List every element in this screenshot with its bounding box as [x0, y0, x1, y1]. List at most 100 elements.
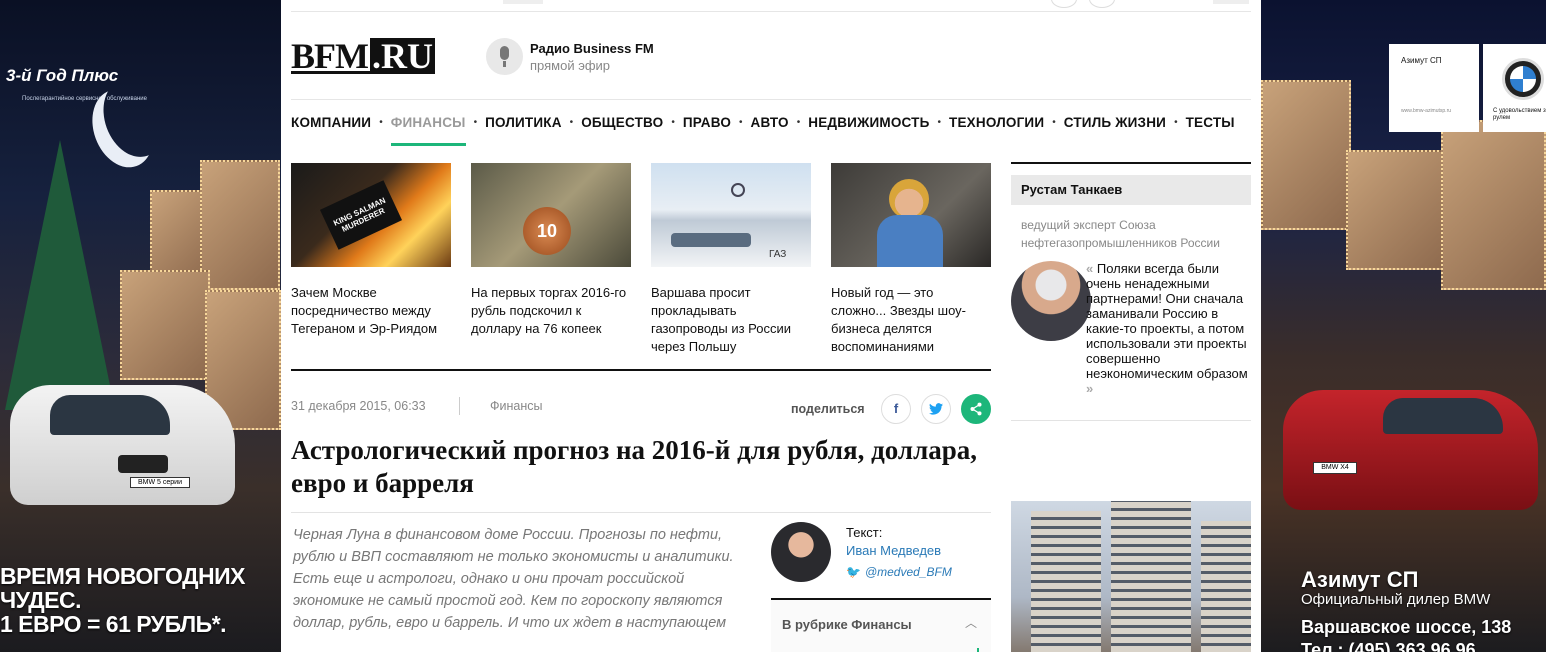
building-image	[1111, 501, 1191, 652]
gift-box-image	[1346, 150, 1446, 270]
nav-item[interactable]: ФИНАНСЫ	[390, 100, 466, 146]
radio-title: Радио Business FM	[530, 40, 654, 56]
nav-separator: •	[379, 117, 383, 128]
ad-headline-line: 1 ЕВРО = 61 РУБЛЬ*.	[0, 611, 227, 637]
ad-headline-line: ЧУДЕС.	[0, 587, 82, 613]
chevron-up-icon[interactable]: ︿	[965, 614, 977, 631]
ad-card-site: www.bmw-azimutsp.ru	[1401, 108, 1452, 114]
car-image: BMW X4	[1283, 390, 1538, 510]
teaser-card[interactable]: 10 На первых торгах 2016-го рубль подско…	[471, 163, 631, 338]
coin-image: 10	[523, 207, 571, 255]
nav-item[interactable]: СТИЛЬ ЖИЗНИ	[1064, 100, 1166, 146]
bmw-logo-icon	[1502, 58, 1544, 100]
teaser-card[interactable]: ГАЗ Варшава просит прокладывать газопров…	[651, 163, 811, 356]
author-twitter-handle: @medved_BFM	[864, 565, 952, 579]
ad-headline: ВРЕМЯ НОВОГОДНИХ ЧУДЕС. 1 ЕВРО = 61 РУБЛ…	[0, 564, 281, 636]
ad-card[interactable]: Азимут СП www.bmw-azimutsp.ru	[1389, 44, 1479, 132]
nav-item[interactable]: ОБЩЕСТВО	[581, 100, 663, 146]
author-name-link[interactable]: Иван Медведев	[846, 543, 941, 558]
nav-item[interactable]: НЕДВИЖИМОСТЬ	[808, 100, 929, 146]
quote-text: Поляки всегда были очень ненадежными пар…	[1086, 261, 1248, 381]
ad-address: Варшавское шоссе, 138	[1301, 617, 1512, 637]
nav-separator: •	[473, 117, 478, 128]
teaser-title: На первых торгах 2016-го рубль подскочил…	[471, 285, 627, 336]
nav-item[interactable]: АВТО	[751, 100, 789, 146]
article-meta: 31 декабря 2015, 06:33 Финансы поделитьс…	[291, 394, 991, 424]
twitter-icon: 🐦	[846, 565, 861, 579]
author-avatar[interactable]	[771, 522, 831, 582]
building-image	[1201, 521, 1251, 652]
ad-brand: Азимут СП	[1301, 567, 1419, 592]
ad-dealer: Официальный дилер BMW	[1301, 591, 1491, 608]
teaser-image: ГАЗ	[651, 163, 811, 267]
nav-item[interactable]: ТЕСТЫ	[1186, 100, 1235, 146]
car-plate: BMW 5 серии	[130, 477, 190, 488]
nav-item[interactable]: ПРАВО	[683, 100, 731, 146]
teaser-row: KING SALMAN MURDERER Зачем Москве посред…	[291, 163, 991, 358]
gift-box-image	[1261, 80, 1351, 230]
microphone-icon	[486, 38, 523, 75]
teaser-image: 10	[471, 163, 631, 267]
teaser-title: Новый год — это сложно... Звезды шоу-биз…	[831, 285, 966, 354]
teaser-image	[831, 163, 991, 267]
top-bar-icon-button[interactable]	[1051, 0, 1077, 8]
expert-role: ведущий эксперт Союза нефтегазопромышлен…	[1021, 218, 1220, 250]
article-rubric-link[interactable]: Финансы	[490, 399, 542, 413]
article-date: 31 декабря 2015, 06:33	[291, 399, 426, 413]
top-bar-control[interactable]	[1213, 0, 1249, 4]
teaser-card[interactable]: Новый год — это сложно... Звезды шоу-биз…	[831, 163, 991, 356]
quote-close-icon: »	[1086, 381, 1094, 396]
top-bar-control[interactable]	[503, 0, 543, 4]
nav-separator: •	[1052, 117, 1056, 128]
logo-box: .RU	[369, 36, 435, 76]
logo-word: BFM	[291, 36, 370, 76]
author-label: Текст:	[846, 525, 883, 540]
ad-headline-line: ВРЕМЯ НОВОГОДНИХ	[0, 563, 246, 589]
christmas-tree-image	[5, 140, 115, 410]
teaser-image: KING SALMAN MURDERER	[291, 163, 451, 267]
sidebar-top-rule	[1011, 162, 1251, 164]
main-column: BFM .RU Радио Business FM прямой эфир КО…	[281, 0, 1261, 652]
page: 3-й Год Плюс Послегарантийное сервисное …	[0, 0, 1546, 652]
radio-live-link[interactable]: Радио Business FM прямой эфир	[486, 38, 654, 75]
teaser-image-text: KING SALMAN MURDERER	[319, 180, 403, 250]
sidebar-divider	[1011, 420, 1251, 421]
nav-separator: •	[937, 117, 942, 128]
nav-separator: •	[739, 117, 743, 128]
meta-separator	[459, 397, 460, 415]
sidebar-ad-image[interactable]	[1011, 501, 1251, 652]
quote-text-block: « Поляки всегда были очень ненадежными п…	[1086, 261, 1248, 396]
nav-item[interactable]: ТЕХНОЛОГИИ	[949, 100, 1044, 146]
teaser-card[interactable]: KING SALMAN MURDERER Зачем Москве посред…	[291, 163, 451, 338]
facebook-share-icon[interactable]: f	[881, 394, 911, 424]
ad-card-title: Азимут СП	[1401, 56, 1442, 65]
article-lead: Черная Луна в финансовом доме России. Пр…	[293, 527, 734, 631]
author-twitter-link[interactable]: 🐦 @medved_BFM	[846, 565, 952, 579]
gift-box-image	[120, 270, 210, 380]
ad-brand-logo: 3-й Год Плюс	[6, 66, 119, 85]
rubric-scroll-indicator	[977, 648, 979, 652]
top-bar-icon-button[interactable]	[1089, 0, 1115, 8]
left-banner-ad[interactable]: 3-й Год Плюс Послегарантийное сервисное …	[0, 0, 281, 652]
car-plate: BMW X4	[1313, 462, 1357, 474]
nav-item[interactable]: КОМПАНИИ	[291, 100, 371, 146]
twitter-share-icon[interactable]	[921, 394, 951, 424]
ad-card-slogan: С удовольствием за рулем	[1493, 108, 1546, 121]
expert-name[interactable]: Рустам Танкаев	[1011, 175, 1251, 205]
gift-box-image	[1441, 120, 1546, 290]
nav-separator: •	[569, 117, 574, 128]
teaser-title: Зачем Москве посредничество между Тегера…	[291, 285, 438, 336]
expert-photo	[1011, 261, 1091, 341]
ad-phone: Тел.: (495) 363 96 96	[1301, 640, 1476, 652]
radio-subtitle: прямой эфир	[530, 57, 611, 73]
share-icon[interactable]	[961, 394, 991, 424]
nav-item[interactable]: ПОЛИТИКА	[485, 100, 562, 146]
rubric-box-label: В рубрике Финансы	[782, 617, 912, 632]
main-nav: КОМПАНИИ • ФИНАНСЫ • ПОЛИТИКА • ОБЩЕСТВО • ПРАВО…	[291, 99, 1251, 146]
site-logo[interactable]: BFM .RU	[291, 38, 438, 74]
article-title: Астрологический прогноз на 2016-й для ру…	[291, 435, 977, 498]
teaser-title: Варшава просит прокладывать газопроводы …	[651, 285, 792, 354]
gift-box-image	[200, 160, 280, 290]
rubric-box[interactable]: В рубрике Финансы ︿	[771, 598, 991, 652]
building-image	[1031, 511, 1101, 652]
